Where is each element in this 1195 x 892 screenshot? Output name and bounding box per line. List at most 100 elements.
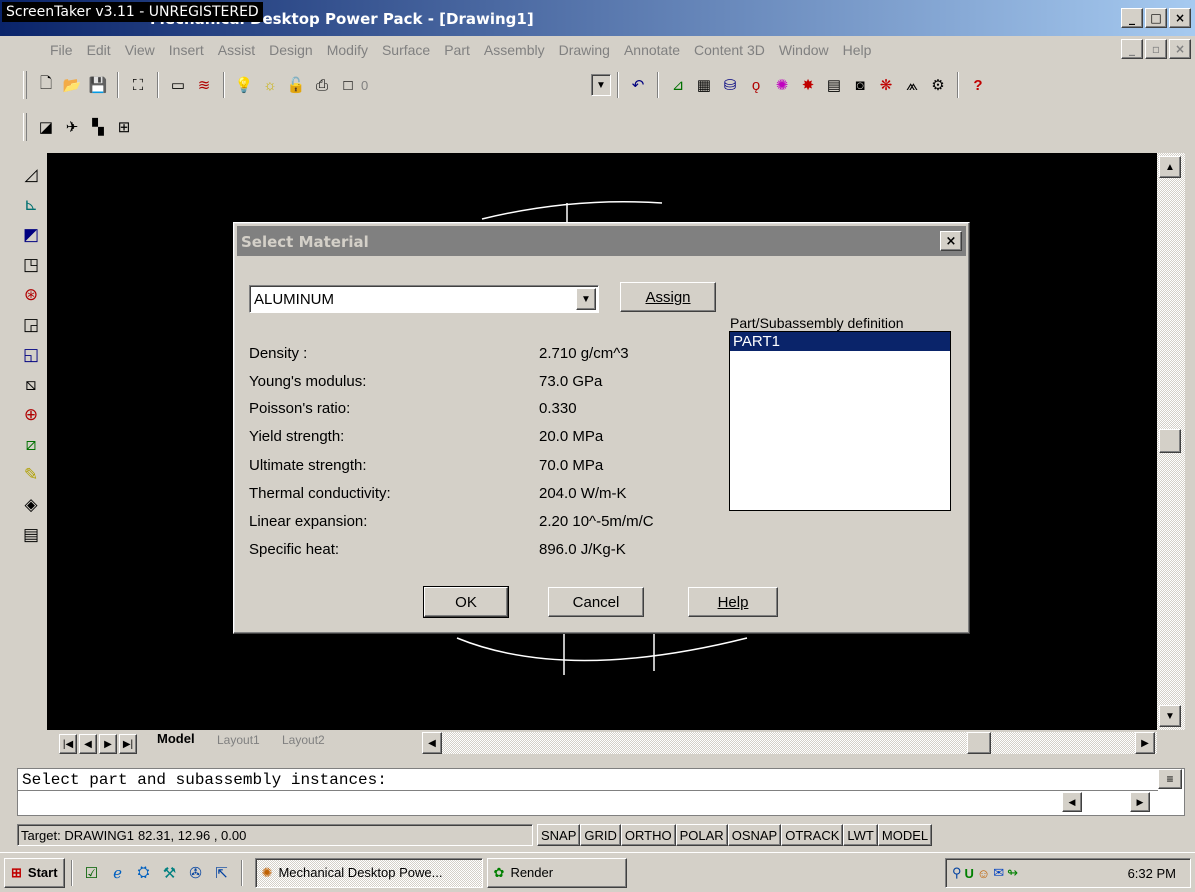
close-button[interactable]: × (1169, 8, 1191, 28)
named-views-icon[interactable]: ▭ (168, 75, 188, 95)
toggle-osnap[interactable]: OSNAP (727, 824, 782, 846)
show-desktop-icon[interactable]: ☑ (82, 863, 102, 883)
doc-minimize-button[interactable]: _ (1121, 39, 1143, 59)
menu-surface[interactable]: Surface (382, 42, 430, 58)
toolbar-grip[interactable] (23, 71, 27, 99)
hole-icon[interactable]: ⊛ (19, 283, 43, 307)
quicklaunch-mdt-icon[interactable]: ✇ (186, 863, 206, 883)
minimize-button[interactable]: _ (1121, 8, 1143, 28)
toggle-lwt[interactable]: LWT (843, 824, 878, 846)
assign-button[interactable]: Assign (620, 282, 716, 312)
tab-layout1[interactable]: Layout1 (217, 733, 260, 747)
menu-assist[interactable]: Assist (218, 42, 255, 58)
list-item[interactable]: PART1 (730, 332, 950, 351)
toolbar-grip[interactable] (23, 113, 27, 141)
doc-close-button[interactable]: × (1169, 39, 1191, 59)
menu-assembly[interactable]: Assembly (484, 42, 545, 58)
task-render[interactable]: ✿ Render (486, 857, 627, 888)
internet-explorer-icon[interactable]: ℯ (108, 863, 128, 883)
vertical-scrollbar[interactable]: ▲ ▼ (1157, 153, 1185, 730)
prev-tab-icon[interactable]: ◀ (79, 734, 97, 754)
update-icon[interactable]: ◈ (19, 493, 43, 517)
open-icon[interactable]: 📂 (62, 75, 82, 95)
scroll-thumb[interactable] (1159, 429, 1181, 453)
layer-on-icon[interactable]: 💡 (234, 75, 254, 95)
part-listbox[interactable]: PART1 (729, 331, 951, 511)
scroll-down-icon[interactable]: ▼ (1159, 705, 1181, 727)
scroll-right-icon[interactable]: ▶ (1135, 732, 1155, 754)
plot-icon[interactable]: ⛶ (128, 75, 148, 95)
stress-icon[interactable]: ✺ (772, 75, 792, 95)
command-line[interactable]: Select part and subassembly instances: (17, 768, 1185, 816)
menu-insert[interactable]: Insert (169, 42, 204, 58)
first-tab-icon[interactable]: |◀ (59, 734, 77, 754)
maximize-button[interactable]: □ (1145, 8, 1167, 28)
layer-lock-icon[interactable]: 🔓 (286, 75, 306, 95)
part-list-icon[interactable]: ▤ (19, 523, 43, 547)
toggle-model[interactable]: MODEL (877, 824, 933, 846)
layer-freeze-icon[interactable]: ☼ (260, 75, 280, 95)
command-resize-icon[interactable]: ≡ (1158, 769, 1182, 789)
tools-icon[interactable]: ⚙ (928, 75, 948, 95)
help-icon[interactable]: ? (968, 75, 988, 95)
menu-edit[interactable]: Edit (87, 42, 111, 58)
render-icon[interactable]: ◙ (850, 75, 870, 95)
menu-window[interactable]: Window (779, 42, 829, 58)
toggle-otrack[interactable]: OTRACK (781, 824, 844, 846)
next-tab-icon[interactable]: ▶ (99, 734, 117, 754)
3d-orbit-icon[interactable]: ✈ (62, 117, 82, 137)
toggle-ortho[interactable]: ORTHO (620, 824, 676, 846)
quicklaunch-tool-icon[interactable]: ⚒ (160, 863, 180, 883)
pattern-icon[interactable]: ⊕ (19, 403, 43, 427)
analysis-icon[interactable]: ǫ (746, 75, 766, 95)
layer-plot-icon[interactable]: ⎙ (312, 75, 332, 95)
task-mechanical-desktop[interactable]: ✺ Mechanical Desktop Powe... (254, 857, 483, 888)
layer-dropdown-arrow[interactable]: ▼ (591, 74, 611, 96)
menu-help[interactable]: Help (843, 42, 872, 58)
zoom-window-icon[interactable]: ◪ (36, 117, 56, 137)
tab-model[interactable]: Model (157, 731, 195, 746)
mass-properties-icon[interactable]: ⊿ (668, 75, 688, 95)
save-icon[interactable]: 💾 (88, 75, 108, 95)
tray-chat-icon[interactable]: ✉ (993, 865, 1004, 881)
toggle-polar[interactable]: POLAR (675, 824, 728, 846)
chamfer-icon[interactable]: ◱ (19, 343, 43, 367)
profile-icon[interactable]: ⊾ (19, 193, 43, 217)
sketch-icon[interactable]: ◿ (19, 163, 43, 187)
cmd-scroll-right-icon[interactable]: ▶ (1130, 792, 1150, 812)
menu-view[interactable]: View (125, 42, 155, 58)
edit-feature-icon[interactable]: ✎ (19, 463, 43, 487)
shade-icon[interactable]: ▚ (88, 117, 108, 137)
dialog-close-button[interactable]: × (940, 231, 962, 251)
measure-icon[interactable]: ⩕ (902, 75, 922, 95)
fea-icon[interactable]: ✸ (798, 75, 818, 95)
tray-face-icon[interactable]: ☺ (977, 866, 990, 881)
menu-part[interactable]: Part (444, 42, 470, 58)
database-icon[interactable]: ⛁ (720, 75, 740, 95)
menu-annotate[interactable]: Annotate (624, 42, 680, 58)
hscroll-thumb[interactable] (967, 732, 991, 754)
start-button[interactable]: ⊞ Start (4, 857, 65, 888)
tab-layout2[interactable]: Layout2 (282, 733, 325, 747)
layers-icon[interactable]: ≋ (194, 75, 214, 95)
ok-button[interactable]: OK (423, 586, 509, 618)
horizontal-scrollbar[interactable]: ◀ ▶ (422, 732, 1157, 754)
scroll-up-icon[interactable]: ▲ (1159, 156, 1181, 178)
scroll-left-icon[interactable]: ◀ (422, 732, 442, 754)
layer-color-icon[interactable]: □ (338, 75, 358, 95)
parts-list-icon[interactable]: ▦ (694, 75, 714, 95)
doc-restore-button[interactable]: ▫ (1145, 39, 1167, 59)
chevron-down-icon[interactable]: ▼ (576, 288, 596, 310)
cmd-scroll-left-icon[interactable]: ◀ (1062, 792, 1082, 812)
calculator-icon[interactable]: ▤ (824, 75, 844, 95)
toggle-snap[interactable]: SNAP (537, 824, 581, 846)
menu-file[interactable]: File (50, 42, 73, 58)
shell-icon[interactable]: ⧅ (19, 373, 43, 397)
menu-modify[interactable]: Modify (327, 42, 368, 58)
material-dropdown[interactable]: ALUMINUM ▼ (249, 285, 599, 313)
menu-design[interactable]: Design (269, 42, 313, 58)
fillet-icon[interactable]: ◲ (19, 313, 43, 337)
tray-search-icon[interactable]: ⚲ (952, 865, 962, 881)
extrude-icon[interactable]: ◩ (19, 223, 43, 247)
revolve-icon[interactable]: ◳ (19, 253, 43, 277)
